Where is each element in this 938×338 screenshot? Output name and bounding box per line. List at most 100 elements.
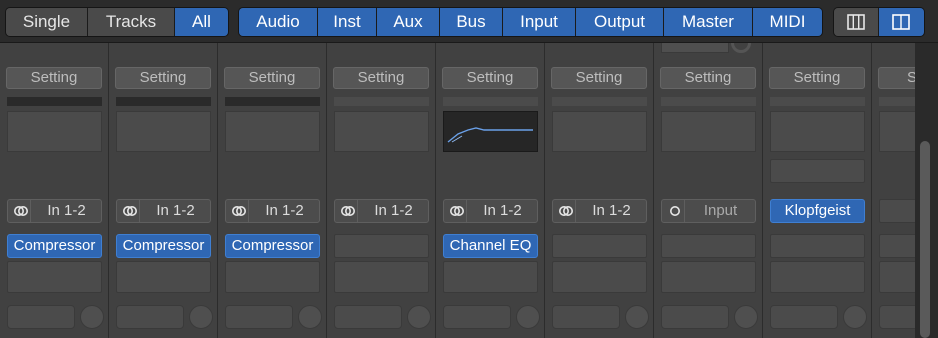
divider — [575, 200, 576, 222]
scroll-thumb[interactable] — [920, 141, 930, 338]
input-label: In 1-2 — [592, 202, 631, 219]
eq-display[interactable] — [225, 111, 320, 152]
gain-reduction-meter — [116, 97, 211, 106]
setting-button[interactable]: Setting — [442, 67, 538, 89]
filter-input-button[interactable]: Input — [503, 8, 576, 36]
filter-master-button[interactable]: Master — [664, 8, 753, 36]
send-level-knob[interactable] — [80, 305, 104, 329]
input-slot[interactable]: In 1-2 — [225, 199, 320, 223]
channel-strip: Se — [872, 43, 915, 338]
setting-button[interactable]: Setting — [551, 67, 647, 89]
empty-effect-area[interactable] — [552, 261, 647, 293]
input-slot[interactable]: In 1-2 — [443, 199, 538, 223]
eq-display[interactable] — [879, 111, 915, 152]
empty-effect-area[interactable] — [879, 261, 915, 293]
divider — [466, 200, 467, 222]
send-slot[interactable] — [552, 305, 620, 329]
empty-effect-area[interactable] — [443, 261, 538, 293]
empty-effect-area[interactable] — [770, 261, 865, 293]
instrument-slot[interactable]: Klopfgeist — [770, 199, 865, 223]
gain-reduction-meter — [7, 97, 102, 106]
send-level-knob[interactable] — [516, 305, 540, 329]
input-slot[interactable] — [879, 199, 915, 223]
input-slot[interactable]: In 1-2 — [7, 199, 102, 223]
view-all-button[interactable]: All — [175, 8, 228, 36]
send-level-knob[interactable] — [298, 305, 322, 329]
send-level-knob[interactable] — [843, 305, 867, 329]
setting-button[interactable]: Setting — [6, 67, 102, 89]
setting-button[interactable]: Se — [878, 67, 915, 89]
send-slot[interactable] — [116, 305, 184, 329]
audio-effect-slot[interactable] — [552, 234, 647, 258]
gain-reduction-meter — [661, 97, 756, 106]
setting-button[interactable]: Setting — [333, 67, 429, 89]
audio-effect-slot[interactable]: Compressor — [225, 234, 320, 258]
divider — [248, 200, 249, 222]
send-slot[interactable] — [661, 305, 729, 329]
eq-display[interactable] — [443, 111, 538, 152]
vertical-scrollbar[interactable] — [915, 43, 938, 338]
wide-strips-button[interactable] — [879, 8, 924, 36]
empty-effect-area[interactable] — [7, 261, 102, 293]
audio-effect-slot[interactable] — [879, 234, 915, 258]
filter-output-button[interactable]: Output — [576, 8, 664, 36]
empty-effect-area[interactable] — [661, 261, 756, 293]
send-slot[interactable] — [334, 305, 402, 329]
send-slot[interactable] — [7, 305, 75, 329]
filter-audio-button[interactable]: Audio — [239, 8, 318, 36]
eq-display[interactable] — [552, 111, 647, 152]
input-label: In 1-2 — [265, 202, 304, 219]
eq-display[interactable] — [7, 111, 102, 152]
eq-display[interactable] — [661, 111, 756, 152]
audio-effect-slot[interactable]: Compressor — [7, 234, 102, 258]
divider — [139, 200, 140, 222]
empty-effect-area[interactable] — [225, 261, 320, 293]
setting-button[interactable]: Setting — [224, 67, 320, 89]
setting-button[interactable]: Setting — [660, 67, 756, 89]
send-slot[interactable] — [879, 305, 915, 329]
view-single-button[interactable]: Single — [6, 8, 88, 36]
setting-button[interactable]: Setting — [769, 67, 865, 89]
narrow-strips-button[interactable] — [834, 8, 879, 36]
gain-reduction-meter — [225, 97, 320, 106]
gain-reduction-meter — [334, 97, 429, 106]
send-slot[interactable] — [770, 305, 838, 329]
send-level-knob[interactable] — [189, 305, 213, 329]
audio-effect-slot[interactable] — [770, 234, 865, 258]
empty-slot[interactable] — [770, 159, 865, 183]
narrow-columns-icon — [847, 14, 865, 30]
divider — [684, 200, 685, 222]
filter-bus-button[interactable]: Bus — [440, 8, 503, 36]
setting-button[interactable]: Setting — [115, 67, 211, 89]
channel-strips-area: Setting In 1-2 Compressor Setting In 1-2… — [0, 43, 915, 338]
audio-effect-slot[interactable] — [334, 234, 429, 258]
audio-effect-slot[interactable] — [661, 234, 756, 258]
input-slot[interactable]: Input — [661, 199, 756, 223]
filter-midi-button[interactable]: MIDI — [753, 8, 822, 36]
gain-reduction-meter — [770, 97, 865, 106]
eq-display[interactable] — [116, 111, 211, 152]
eq-display[interactable] — [334, 111, 429, 152]
audio-effect-slot[interactable]: Channel EQ — [443, 234, 538, 258]
view-tracks-button[interactable]: Tracks — [88, 8, 175, 36]
send-level-knob[interactable] — [625, 305, 649, 329]
filter-inst-button[interactable]: Inst — [318, 8, 377, 36]
input-slot[interactable]: In 1-2 — [552, 199, 647, 223]
input-slot[interactable]: In 1-2 — [116, 199, 211, 223]
channel-strip: Setting In 1-2 Compressor — [0, 43, 109, 338]
send-slot[interactable] — [443, 305, 511, 329]
gain-reduction-meter — [879, 97, 915, 106]
send-level-knob[interactable] — [407, 305, 431, 329]
audio-effect-slot[interactable]: Compressor — [116, 234, 211, 258]
pan-knob[interactable] — [731, 43, 751, 53]
input-label: In 1-2 — [374, 202, 413, 219]
eq-display[interactable] — [770, 111, 865, 152]
stereo-link-icon — [559, 206, 573, 216]
send-slot[interactable] — [225, 305, 293, 329]
empty-effect-area[interactable] — [116, 261, 211, 293]
input-slot[interactable]: In 1-2 — [334, 199, 429, 223]
empty-effect-area[interactable] — [334, 261, 429, 293]
send-level-knob[interactable] — [734, 305, 758, 329]
filter-aux-button[interactable]: Aux — [377, 8, 440, 36]
stereo-link-icon — [341, 206, 355, 216]
